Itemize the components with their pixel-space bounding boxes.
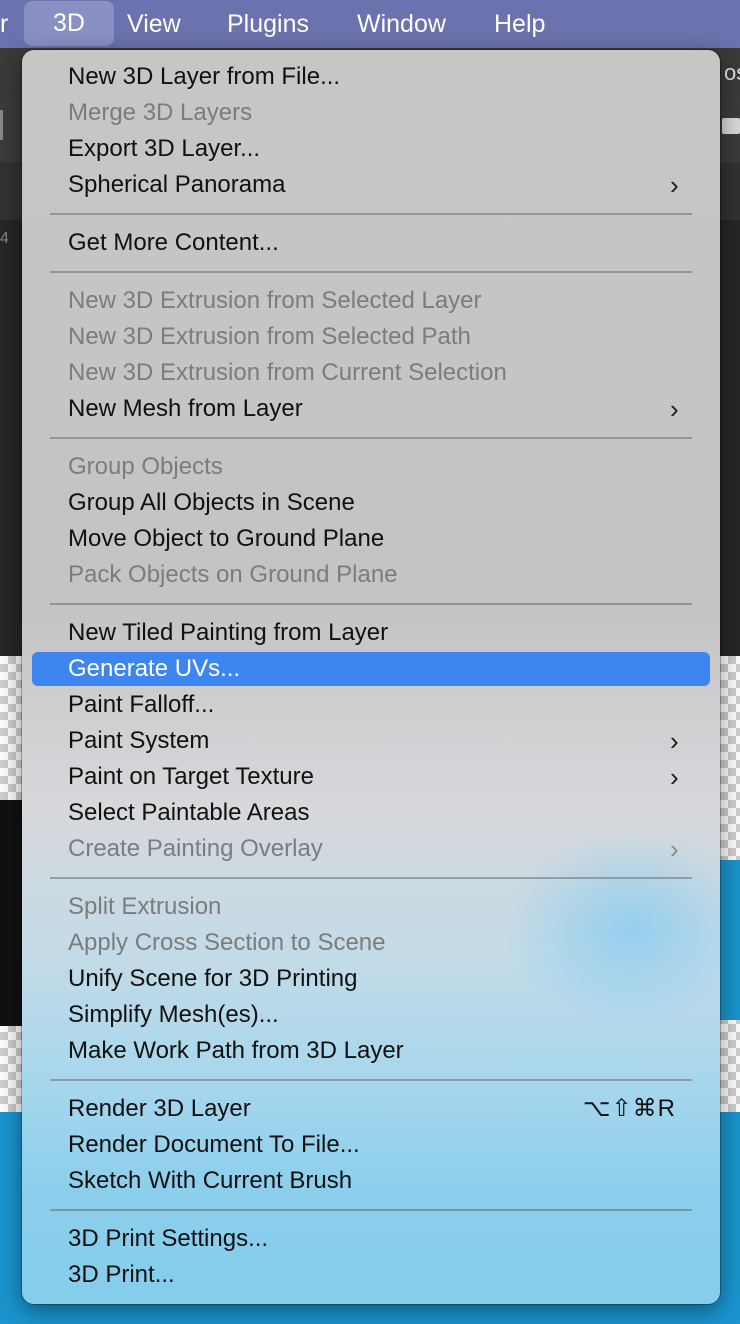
menu-item-3d-print-settings[interactable]: 3D Print Settings... — [22, 1221, 720, 1257]
menu-item-create-painting-overlay: Create Painting Overlay › — [22, 831, 720, 867]
menu-item-3d-print[interactable]: 3D Print... — [22, 1257, 720, 1293]
submenu-chevron-icon: › — [670, 834, 679, 864]
canvas-artwork-black — [0, 800, 22, 1026]
menu-item-new-3d-layer-from-file[interactable]: New 3D Layer from File... — [22, 59, 720, 95]
menubar-item-partial[interactable]: r — [0, 0, 8, 48]
menu-item-select-paintable-areas[interactable]: Select Paintable Areas — [22, 795, 720, 831]
menu-item-label: Render Document To File... — [68, 1131, 360, 1158]
menu-item-extrusion-selected-path: New 3D Extrusion from Selected Path — [22, 319, 720, 355]
menu-item-label: Create Painting Overlay — [68, 835, 323, 862]
menu-item-make-work-path[interactable]: Make Work Path from 3D Layer — [22, 1033, 720, 1069]
menu-item-label: Merge 3D Layers — [68, 99, 253, 126]
menu-item-label: 3D Print Settings... — [68, 1225, 269, 1252]
menu-item-simplify-meshes[interactable]: Simplify Mesh(es)... — [22, 997, 720, 1033]
menu-item-sketch-with-current-brush[interactable]: Sketch With Current Brush — [22, 1163, 720, 1199]
menu-item-shortcut: ⌥⇧⌘R — [582, 1095, 676, 1122]
menu-separator — [50, 603, 692, 605]
menu-item-label: Select Paintable Areas — [68, 799, 310, 826]
menu-item-label: New 3D Extrusion from Current Selection — [68, 359, 507, 386]
menu-item-render-3d-layer[interactable]: Render 3D Layer ⌥⇧⌘R — [22, 1091, 720, 1127]
submenu-chevron-icon: › — [670, 726, 679, 756]
menu-item-extrusion-selected-layer: New 3D Extrusion from Selected Layer — [22, 283, 720, 319]
3d-dropdown-menu: New 3D Layer from File... Merge 3D Layer… — [22, 50, 720, 1304]
menubar-item-3d[interactable]: 3D — [24, 1, 114, 46]
menu-item-label: New 3D Layer from File... — [68, 63, 341, 90]
menu-item-label: Split Extrusion — [68, 893, 222, 920]
submenu-chevron-icon: › — [670, 394, 679, 424]
menu-item-label: Group Objects — [68, 453, 223, 480]
app-side-label: os — [724, 60, 740, 85]
menu-item-get-more-content[interactable]: Get More Content... — [22, 225, 720, 261]
menu-item-label: Paint System — [68, 727, 210, 754]
menu-item-split-extrusion: Split Extrusion — [22, 889, 720, 925]
menu-item-paint-system[interactable]: Paint System › — [22, 723, 720, 759]
menu-item-spherical-panorama[interactable]: Spherical Panorama › — [22, 167, 720, 203]
menu-item-group-objects: Group Objects — [22, 449, 720, 485]
menu-item-label: Render 3D Layer — [68, 1095, 251, 1122]
menu-item-label: Group All Objects in Scene — [68, 489, 355, 516]
menu-item-label: Move Object to Ground Plane — [68, 525, 385, 552]
menu-item-label: 3D Print... — [68, 1261, 175, 1288]
menubar-item-help[interactable]: Help — [494, 0, 545, 48]
menu-item-label: New Mesh from Layer — [68, 395, 303, 422]
menu-bar: r 3D View Plugins Window Help — [0, 0, 740, 48]
menu-separator — [50, 437, 692, 439]
menu-item-label: New Tiled Painting from Layer — [68, 619, 389, 646]
menu-separator — [50, 213, 692, 215]
menu-separator — [50, 877, 692, 879]
menu-item-pack-objects-on-ground: Pack Objects on Ground Plane — [22, 557, 720, 593]
app-left-divider — [0, 110, 3, 140]
menu-item-new-tiled-painting[interactable]: New Tiled Painting from Layer — [22, 615, 720, 651]
menu-item-paint-on-target-texture[interactable]: Paint on Target Texture › — [22, 759, 720, 795]
canvas-artwork-blue-right — [718, 860, 740, 1020]
menu-separator — [50, 1209, 692, 1211]
menu-item-label: Pack Objects on Ground Plane — [68, 561, 398, 588]
menubar-item-plugins[interactable]: Plugins — [227, 0, 309, 48]
menu-item-move-object-to-ground[interactable]: Move Object to Ground Plane — [22, 521, 720, 557]
menu-item-unify-scene-3d-printing[interactable]: Unify Scene for 3D Printing — [22, 961, 720, 997]
menu-item-label: New 3D Extrusion from Selected Layer — [68, 287, 482, 314]
submenu-chevron-icon: › — [670, 170, 679, 200]
submenu-chevron-icon: › — [670, 762, 679, 792]
menu-item-label: Generate UVs... — [68, 655, 241, 682]
menu-item-merge-3d-layers: Merge 3D Layers — [22, 95, 720, 131]
menu-item-generate-uvs[interactable]: Generate UVs... — [22, 651, 720, 687]
menubar-item-view[interactable]: View — [127, 0, 181, 48]
menu-item-label: Spherical Panorama — [68, 171, 286, 198]
menu-item-label: Get More Content... — [68, 229, 279, 256]
menu-separator — [50, 1079, 692, 1081]
menu-item-label: New 3D Extrusion from Selected Path — [68, 323, 471, 350]
menu-item-new-mesh-from-layer[interactable]: New Mesh from Layer › — [22, 391, 720, 427]
app-side-control[interactable] — [722, 118, 740, 134]
menu-item-label: Unify Scene for 3D Printing — [68, 965, 358, 992]
ruler-mark: 4 — [0, 230, 9, 247]
menu-item-export-3d-layer[interactable]: Export 3D Layer... — [22, 131, 720, 167]
menu-item-label: Simplify Mesh(es)... — [68, 1001, 279, 1028]
menu-separator — [50, 271, 692, 273]
menu-item-label: Sketch With Current Brush — [68, 1167, 353, 1194]
menu-item-label: Apply Cross Section to Scene — [68, 929, 386, 956]
menu-item-label: Paint on Target Texture — [68, 763, 314, 790]
menu-item-group-all-objects[interactable]: Group All Objects in Scene — [22, 485, 720, 521]
menubar-item-window[interactable]: Window — [357, 0, 446, 48]
menu-item-label: Make Work Path from 3D Layer — [68, 1037, 404, 1064]
menu-item-paint-falloff[interactable]: Paint Falloff... — [22, 687, 720, 723]
menu-item-apply-cross-section: Apply Cross Section to Scene — [22, 925, 720, 961]
menu-item-render-document-to-file[interactable]: Render Document To File... — [22, 1127, 720, 1163]
menu-item-label: Paint Falloff... — [68, 691, 215, 718]
menu-item-extrusion-current-selection: New 3D Extrusion from Current Selection — [22, 355, 720, 391]
menu-item-label: Export 3D Layer... — [68, 135, 261, 162]
